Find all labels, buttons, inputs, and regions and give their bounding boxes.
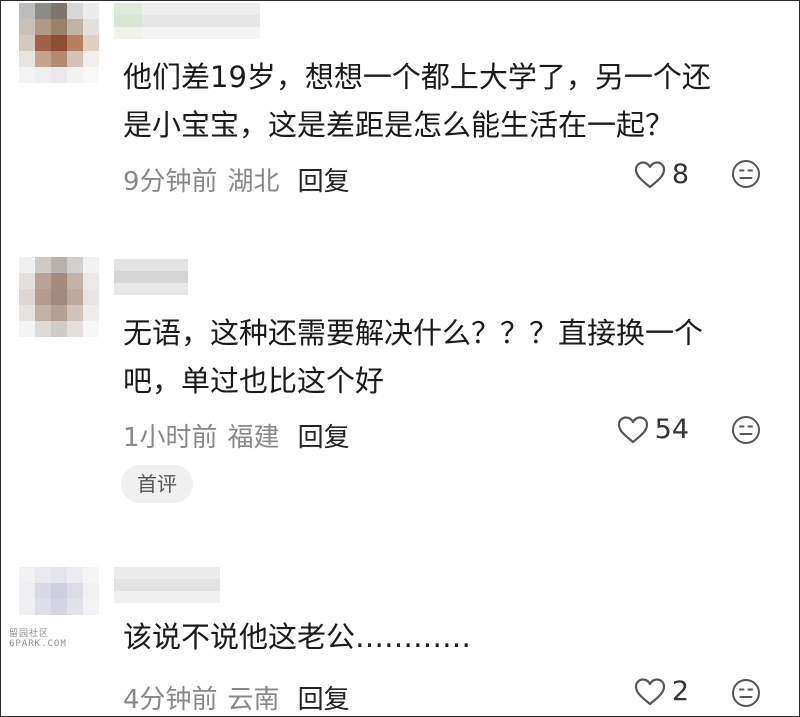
like-count: 54 (654, 414, 689, 445)
watermark: 留园社区 6PARK.COM (9, 629, 67, 649)
comment-text-line: 吧，单过也比这个好 (123, 364, 385, 398)
comment-text: 无语，这种还需要解决什么？？？直接换一个 吧，单过也比这个好 (123, 309, 783, 405)
comment-time: 1小时前 (123, 423, 218, 453)
username-blurred[interactable] (114, 567, 220, 603)
avatar[interactable] (19, 257, 101, 339)
comment-text-line: 该说不说他这老公………… (123, 620, 472, 654)
comment-time: 4分钟前 (123, 685, 218, 715)
comment-location: 云南 (227, 685, 280, 715)
comment-time: 9分钟前 (123, 167, 218, 197)
like-count: 8 (671, 159, 689, 190)
like-button[interactable]: 8 (634, 159, 689, 190)
username-blurred[interactable] (114, 3, 260, 39)
sad-face-icon[interactable] (731, 678, 761, 708)
heart-icon (617, 415, 648, 443)
heart-icon (634, 677, 665, 705)
heart-icon (634, 160, 665, 188)
comment-text-line: 无语，这种还需要解决什么？？？直接换一个 (123, 316, 704, 350)
watermark-line: 6PARK.COM (9, 639, 67, 649)
username-blurred[interactable] (114, 259, 188, 295)
first-comment-badge: 首评 (121, 465, 193, 503)
sad-face-icon[interactable] (731, 159, 761, 189)
comment-text: 他们差19岁，想想一个都上大学了，另一个还 是小宝宝，这是差距是怎么能生活在一起… (123, 53, 783, 149)
avatar[interactable] (19, 567, 101, 627)
like-button[interactable]: 2 (634, 676, 689, 707)
like-button[interactable]: 54 (617, 414, 689, 445)
reply-button[interactable]: 回复 (298, 423, 350, 453)
reply-button[interactable]: 回复 (298, 685, 350, 715)
comment-text: 该说不说他这老公………… (123, 613, 783, 661)
comment-meta: 1小时前 福建 回复 (123, 417, 350, 454)
sad-face-icon[interactable] (731, 415, 761, 445)
reply-button[interactable]: 回复 (298, 167, 350, 197)
comment-text-line: 是小宝宝，这是差距是怎么能生活在一起？ (123, 108, 675, 142)
comment-meta: 4分钟前 云南 回复 (123, 679, 350, 716)
comment-list: 他们差19岁，想想一个都上大学了，另一个还 是小宝宝，这是差距是怎么能生活在一起… (0, 0, 800, 717)
comment-location: 福建 (227, 423, 280, 453)
comment-meta: 9分钟前 湖北 回复 (123, 161, 350, 198)
comment-location: 湖北 (227, 167, 280, 197)
watermark-line: 留园社区 (9, 629, 50, 639)
comment-text-line: 他们差19岁，想想一个都上大学了，另一个还 (123, 60, 711, 94)
like-count: 2 (671, 676, 689, 707)
avatar[interactable] (19, 3, 101, 85)
